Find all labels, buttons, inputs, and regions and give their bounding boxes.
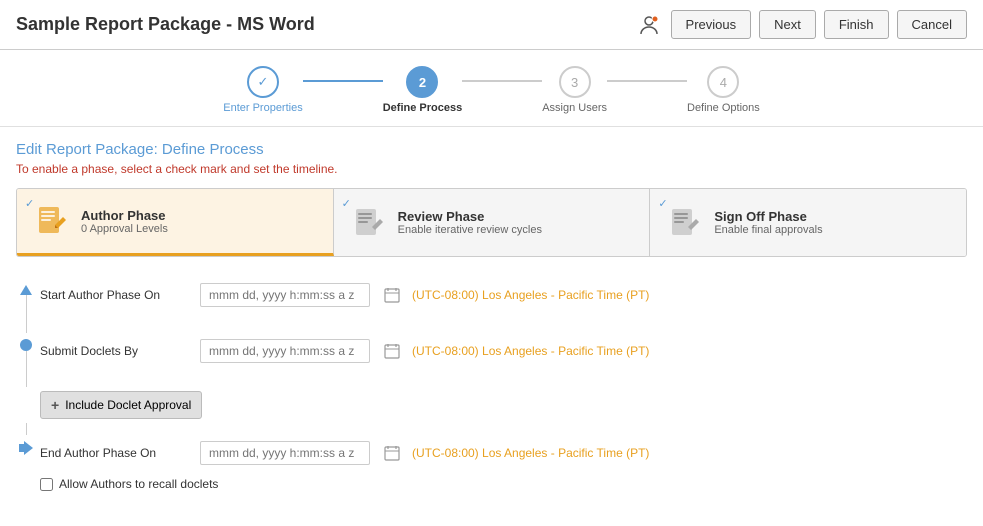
review-phase-title: Review Phase	[398, 209, 636, 224]
submit-doclets-tz: (UTC-08:00) Los Angeles - Pacific Time (…	[412, 344, 649, 358]
submit-calendar-icon[interactable]	[382, 341, 402, 361]
connector-2	[462, 80, 542, 82]
signoff-phase-title: Sign Off Phase	[714, 209, 952, 224]
start-phase-label: Start Author Phase On	[40, 288, 190, 302]
signoff-phase-info: Sign Off Phase Enable final approvals	[714, 209, 952, 236]
plus-icon: +	[51, 397, 59, 413]
start-phase-input[interactable]	[200, 283, 370, 307]
author-phase-info: Author Phase 0 Approval Levels	[81, 208, 319, 235]
wizard-step-define-options[interactable]: 4 Define Options	[687, 66, 760, 114]
step-label-1: Enter Properties	[223, 102, 302, 114]
user-icon	[635, 11, 663, 39]
submit-dot-icon	[20, 339, 32, 351]
cancel-button[interactable]: Cancel	[897, 10, 967, 39]
review-phase-card[interactable]: ✓ Review Phase Enable iterative review c…	[334, 189, 651, 256]
end-calendar-icon[interactable]	[382, 443, 402, 463]
wizard-step-enter-properties[interactable]: ✓ Enter Properties	[223, 66, 302, 114]
step-label-4: Define Options	[687, 102, 760, 114]
step-circle-2: 2	[406, 66, 438, 98]
end-phase-label: End Author Phase On	[40, 446, 190, 460]
end-icon	[19, 441, 33, 455]
signoff-doc-icon	[664, 203, 704, 243]
start-triangle-icon	[20, 285, 32, 295]
start-calendar-icon[interactable]	[382, 285, 402, 305]
start-phase-tz: (UTC-08:00) Los Angeles - Pacific Time (…	[412, 288, 649, 302]
review-doc-icon	[348, 203, 388, 243]
connector-1	[303, 80, 383, 82]
signoff-phase-sub: Enable final approvals	[714, 224, 952, 236]
signoff-check-icon: ✓	[658, 197, 667, 210]
submit-doclets-input[interactable]	[200, 339, 370, 363]
connector-line-1	[26, 295, 27, 333]
author-doc-icon	[31, 201, 71, 241]
connector-line-2	[26, 351, 27, 387]
main-content: Edit Report Package: Define Process To e…	[0, 127, 983, 509]
timeline-section: Start Author Phase On (UTC-08:00) Los An…	[16, 273, 967, 495]
submit-doclets-row: Submit Doclets By (UTC-08:00) Los Angele…	[40, 333, 649, 369]
author-phase-sub: 0 Approval Levels	[81, 223, 319, 235]
wizard-step-define-process[interactable]: 2 Define Process	[383, 66, 462, 114]
header-actions: Previous Next Finish Cancel	[635, 10, 967, 39]
page-title: Sample Report Package - MS Word	[16, 14, 315, 35]
review-check-icon: ✓	[342, 197, 351, 210]
step-label-3: Assign Users	[542, 102, 607, 114]
wizard-steps: ✓ Enter Properties 2 Define Process 3 As…	[0, 50, 983, 127]
previous-button[interactable]: Previous	[671, 10, 752, 39]
author-phase-title: Author Phase	[81, 208, 319, 223]
end-phase-tz: (UTC-08:00) Los Angeles - Pacific Time (…	[412, 446, 649, 460]
allow-recall-row: Allow Authors to recall doclets	[16, 477, 967, 491]
submit-doclets-label: Submit Doclets By	[40, 344, 190, 358]
step-circle-4: 4	[707, 66, 739, 98]
section-title: Edit Report Package: Define Process	[16, 141, 967, 158]
start-phase-row: Start Author Phase On (UTC-08:00) Los An…	[40, 277, 649, 313]
step-circle-3: 3	[559, 66, 591, 98]
review-phase-sub: Enable iterative review cycles	[398, 224, 636, 236]
phase-cards: ✓ Author Phase 0 Approval Levels ✓	[16, 188, 967, 257]
finish-button[interactable]: Finish	[824, 10, 889, 39]
author-check-icon: ✓	[25, 197, 34, 210]
signoff-phase-card[interactable]: ✓ Sign Off Phase Enable final approvals	[650, 189, 966, 256]
include-doclet-approval-button[interactable]: + Include Doclet Approval	[40, 391, 202, 419]
connector-line-3	[26, 423, 27, 435]
review-phase-info: Review Phase Enable iterative review cyc…	[398, 209, 636, 236]
allow-recall-checkbox[interactable]	[40, 478, 53, 491]
step-circle-1: ✓	[247, 66, 279, 98]
allow-recall-label: Allow Authors to recall doclets	[59, 477, 218, 491]
include-btn-label: Include Doclet Approval	[65, 398, 191, 412]
step-label-2: Define Process	[383, 102, 462, 114]
connector-3	[607, 80, 687, 82]
next-button[interactable]: Next	[759, 10, 816, 39]
section-subtitle: To enable a phase, select a check mark a…	[16, 162, 967, 176]
author-phase-card[interactable]: ✓ Author Phase 0 Approval Levels	[17, 189, 334, 256]
end-phase-input[interactable]	[200, 441, 370, 465]
app-header: Sample Report Package - MS Word Previous…	[0, 0, 983, 50]
wizard-step-assign-users[interactable]: 3 Assign Users	[542, 66, 607, 114]
end-phase-row: End Author Phase On (UTC-08:00) Los Ange…	[40, 435, 649, 471]
